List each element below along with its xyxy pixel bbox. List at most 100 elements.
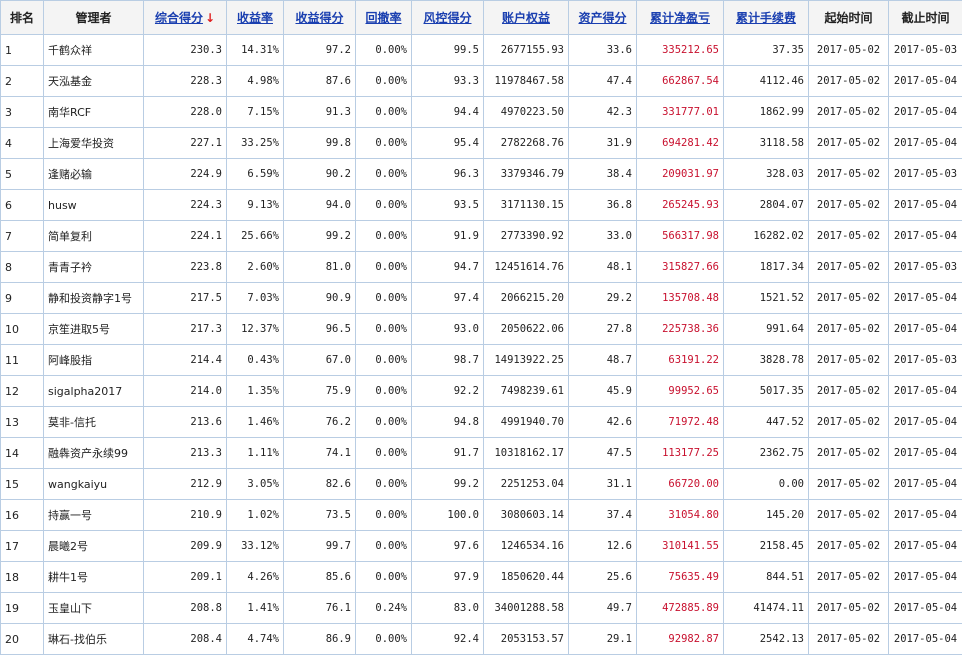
cell-return-score: 99.8 — [284, 128, 356, 159]
cell-rank: 19 — [1, 593, 44, 624]
cell-manager: wangkaiyu — [44, 469, 144, 500]
cell-rank: 3 — [1, 97, 44, 128]
cell-manager: 玉皇山下 — [44, 593, 144, 624]
cell-net-pnl: 31054.80 — [637, 500, 724, 531]
cell-manager: husw — [44, 190, 144, 221]
cell-manager: 莫非-信托 — [44, 407, 144, 438]
cell-fees: 1521.52 — [724, 283, 809, 314]
header-asset-score-sort[interactable]: 资产得分 — [569, 1, 637, 35]
table-row: 1千鹤众祥230.314.31%97.20.00%99.52677155.933… — [1, 35, 962, 66]
cell-return-score: 90.9 — [284, 283, 356, 314]
cell-drawdown: 0.00% — [356, 128, 412, 159]
cell-drawdown: 0.00% — [356, 376, 412, 407]
cell-equity: 11978467.58 — [484, 66, 569, 97]
cell-net-pnl: 75635.49 — [637, 562, 724, 593]
cell-drawdown: 0.00% — [356, 35, 412, 66]
header-return-rate-sort[interactable]: 收益率 — [227, 1, 284, 35]
table-row: 4上海爱华投资227.133.25%99.80.00%95.42782268.7… — [1, 128, 962, 159]
cell-risk-score: 91.9 — [412, 221, 484, 252]
cell-equity: 1850620.44 — [484, 562, 569, 593]
cell-return-rate: 4.74% — [227, 624, 284, 655]
header-manager: 管理者 — [44, 1, 144, 35]
cell-fees: 0.00 — [724, 469, 809, 500]
header-equity-sort[interactable]: 账户权益 — [484, 1, 569, 35]
header-net-pnl-sort[interactable]: 累计净盈亏 — [637, 1, 724, 35]
cell-return-score: 90.2 — [284, 159, 356, 190]
cell-asset-score: 42.3 — [569, 97, 637, 128]
cell-rank: 12 — [1, 376, 44, 407]
cell-net-pnl: 331777.01 — [637, 97, 724, 128]
cell-equity: 4970223.50 — [484, 97, 569, 128]
cell-net-pnl: 113177.25 — [637, 438, 724, 469]
header-start-time: 起始时间 — [809, 1, 889, 35]
cell-asset-score: 33.6 — [569, 35, 637, 66]
cell-start-time: 2017-05-02 — [809, 500, 889, 531]
cell-rank: 5 — [1, 159, 44, 190]
cell-asset-score: 47.5 — [569, 438, 637, 469]
cell-score: 224.1 — [144, 221, 227, 252]
cell-rank: 1 — [1, 35, 44, 66]
cell-manager: 逢赌必输 — [44, 159, 144, 190]
cell-asset-score: 38.4 — [569, 159, 637, 190]
header-score-label: 综合得分 — [155, 11, 203, 25]
header-score-sort[interactable]: 综合得分↓ — [144, 1, 227, 35]
header-risk-score-sort[interactable]: 风控得分 — [412, 1, 484, 35]
cell-equity: 12451614.76 — [484, 252, 569, 283]
cell-manager: 天泓基金 — [44, 66, 144, 97]
cell-net-pnl: 225738.36 — [637, 314, 724, 345]
cell-manager: 京笙进取5号 — [44, 314, 144, 345]
cell-score: 209.1 — [144, 562, 227, 593]
table-header-row: 排名 管理者 综合得分↓ 收益率 收益得分 回撤率 风控得分 账户权益 资产得分… — [1, 1, 962, 35]
cell-start-time: 2017-05-02 — [809, 345, 889, 376]
cell-fees: 844.51 — [724, 562, 809, 593]
cell-return-score: 99.2 — [284, 221, 356, 252]
cell-end-time: 2017-05-03 — [889, 35, 962, 66]
cell-equity: 3080603.14 — [484, 500, 569, 531]
cell-equity: 14913922.25 — [484, 345, 569, 376]
cell-risk-score: 92.4 — [412, 624, 484, 655]
cell-return-score: 85.6 — [284, 562, 356, 593]
cell-risk-score: 97.4 — [412, 283, 484, 314]
cell-drawdown: 0.00% — [356, 221, 412, 252]
cell-start-time: 2017-05-02 — [809, 593, 889, 624]
cell-score: 217.5 — [144, 283, 227, 314]
cell-score: 209.9 — [144, 531, 227, 562]
cell-rank: 16 — [1, 500, 44, 531]
table-row: 6husw224.39.13%94.00.00%93.53171130.1536… — [1, 190, 962, 221]
cell-score: 214.0 — [144, 376, 227, 407]
cell-end-time: 2017-05-04 — [889, 190, 962, 221]
cell-net-pnl: 63191.22 — [637, 345, 724, 376]
cell-return-rate: 4.98% — [227, 66, 284, 97]
cell-end-time: 2017-05-03 — [889, 159, 962, 190]
header-fees-sort[interactable]: 累计手续费 — [724, 1, 809, 35]
cell-start-time: 2017-05-02 — [809, 469, 889, 500]
cell-asset-score: 47.4 — [569, 66, 637, 97]
cell-end-time: 2017-05-04 — [889, 469, 962, 500]
table-row: 9静和投资静字1号217.57.03%90.90.00%97.42066215.… — [1, 283, 962, 314]
header-return-score-sort[interactable]: 收益得分 — [284, 1, 356, 35]
cell-score: 210.9 — [144, 500, 227, 531]
cell-rank: 18 — [1, 562, 44, 593]
cell-end-time: 2017-05-04 — [889, 283, 962, 314]
cell-risk-score: 93.5 — [412, 190, 484, 221]
cell-score: 213.3 — [144, 438, 227, 469]
cell-end-time: 2017-05-04 — [889, 128, 962, 159]
header-rank: 排名 — [1, 1, 44, 35]
cell-end-time: 2017-05-04 — [889, 593, 962, 624]
cell-manager: 简单复利 — [44, 221, 144, 252]
cell-risk-score: 97.9 — [412, 562, 484, 593]
cell-equity: 10318162.17 — [484, 438, 569, 469]
cell-end-time: 2017-05-04 — [889, 531, 962, 562]
cell-asset-score: 31.9 — [569, 128, 637, 159]
cell-risk-score: 92.2 — [412, 376, 484, 407]
cell-net-pnl: 71972.48 — [637, 407, 724, 438]
cell-risk-score: 99.2 — [412, 469, 484, 500]
cell-return-rate: 1.11% — [227, 438, 284, 469]
cell-start-time: 2017-05-02 — [809, 407, 889, 438]
header-drawdown-sort[interactable]: 回撤率 — [356, 1, 412, 35]
cell-drawdown: 0.00% — [356, 283, 412, 314]
cell-risk-score: 97.6 — [412, 531, 484, 562]
cell-return-score: 81.0 — [284, 252, 356, 283]
cell-return-rate: 7.03% — [227, 283, 284, 314]
cell-return-score: 99.7 — [284, 531, 356, 562]
